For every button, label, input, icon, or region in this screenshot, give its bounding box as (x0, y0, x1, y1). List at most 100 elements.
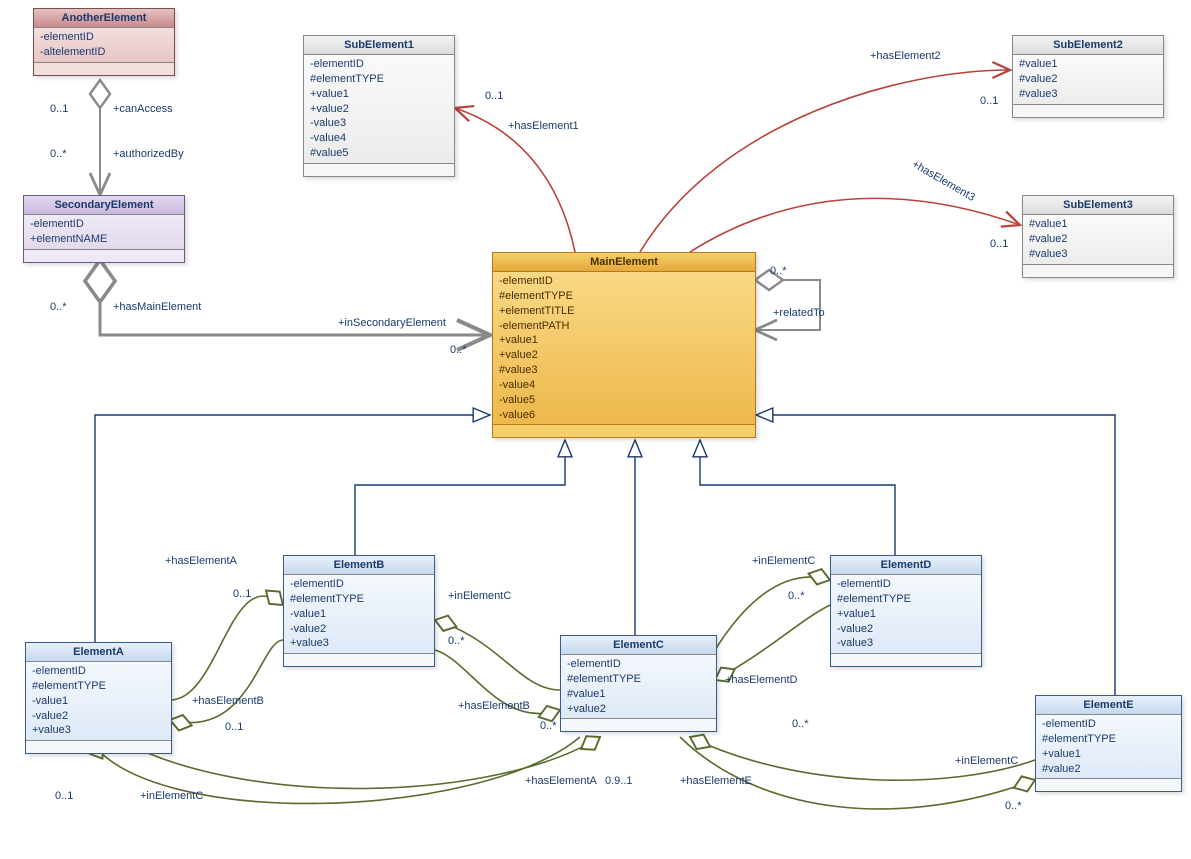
label-related-to: +relatedTo (773, 307, 825, 319)
class-element-c: ElementC -elementID #elementTYPE #value1… (560, 635, 717, 732)
class-ops (493, 425, 755, 437)
attr: +value3 (32, 723, 165, 738)
class-ops (304, 164, 454, 176)
label-can-access: +canAccess (113, 103, 173, 115)
class-ops (26, 741, 171, 753)
mult: 0..* (450, 344, 467, 356)
attr: -elementID (290, 577, 428, 592)
mult: 0..1 (990, 238, 1008, 250)
attr: #value2 (1029, 232, 1167, 247)
attr: #value2 (1019, 72, 1157, 87)
label-has-element-d: +hasElementD (725, 674, 797, 686)
mult: 0..1 (50, 103, 68, 115)
attr: #elementTYPE (310, 72, 448, 87)
class-element-a: ElementA -elementID #elementTYPE -value1… (25, 642, 172, 754)
attr: #value3 (1019, 87, 1157, 102)
attr: -value6 (499, 408, 749, 423)
class-ops (34, 63, 174, 75)
mult: 0..* (770, 265, 787, 277)
class-attrs: -elementID +elementNAME (24, 215, 184, 250)
attr: #elementTYPE (290, 592, 428, 607)
class-attrs: -elementID #elementTYPE -value1 -value2 … (26, 662, 171, 741)
class-attrs: -elementID #elementTYPE -value1 -value2 … (284, 575, 434, 654)
mult: 0.9..1 (605, 775, 633, 787)
class-ops (1013, 105, 1163, 117)
class-ops (1023, 265, 1173, 277)
attr: #value1 (567, 687, 710, 702)
attr: -value4 (310, 131, 448, 146)
mult: 0..1 (485, 90, 503, 102)
attr: #value1 (1019, 57, 1157, 72)
class-title: SubElement3 (1023, 196, 1173, 215)
label-authorized-by: +authorizedBy (113, 148, 184, 160)
attr: -altelementID (40, 45, 168, 60)
attr: +value2 (567, 702, 710, 717)
attr: +value2 (499, 348, 749, 363)
mult: 0..1 (233, 588, 251, 600)
attr: #value1 (1029, 217, 1167, 232)
class-sub-element-2: SubElement2 #value1 #value2 #value3 (1012, 35, 1164, 118)
label-has-element-a: +hasElementA (165, 555, 237, 567)
mult: 0..* (50, 301, 67, 313)
class-title: MainElement (493, 253, 755, 272)
attr: -value2 (837, 622, 975, 637)
label-in-secondary-element: +inSecondaryElement (338, 317, 446, 329)
class-attrs: -elementID -altelementID (34, 28, 174, 63)
label-has-main-element: +hasMainElement (113, 301, 201, 313)
label-has-element-3: +hasElement3 (910, 158, 977, 204)
class-attrs: #value1 #value2 #value3 (1013, 55, 1163, 105)
class-title: SubElement2 (1013, 36, 1163, 55)
class-ops (284, 654, 434, 666)
label-has-element-b: +hasElementB (458, 700, 530, 712)
attr: -value1 (290, 607, 428, 622)
attr: #elementTYPE (837, 592, 975, 607)
label-has-element-1: +hasElement1 (508, 120, 579, 132)
mult: 0..* (1005, 800, 1022, 812)
attr: -elementID (40, 30, 168, 45)
mult: 0..1 (55, 790, 73, 802)
class-secondary-element: SecondaryElement -elementID +elementNAME (23, 195, 185, 263)
class-title: SecondaryElement (24, 196, 184, 215)
class-title: AnotherElement (34, 9, 174, 28)
class-another-element: AnotherElement -elementID -altelementID (33, 8, 175, 76)
attr: -elementID (30, 217, 178, 232)
class-title: ElementE (1036, 696, 1181, 715)
attr: -value1 (32, 694, 165, 709)
attr: +elementTITLE (499, 304, 749, 319)
attr: +value1 (1042, 747, 1175, 762)
class-attrs: -elementID #elementTYPE +value1 +value2 … (304, 55, 454, 164)
attr: #value3 (499, 363, 749, 378)
attr: +elementNAME (30, 232, 178, 247)
class-attrs: -elementID #elementTYPE #value1 +value2 (561, 655, 716, 719)
attr: -elementID (310, 57, 448, 72)
attr: -value5 (499, 393, 749, 408)
attr: -elementID (567, 657, 710, 672)
label-in-element-c: +inElementC (955, 755, 1018, 767)
class-element-b: ElementB -elementID #elementTYPE -value1… (283, 555, 435, 667)
attr: #elementTYPE (567, 672, 710, 687)
attr: +value3 (290, 636, 428, 651)
attr: #value5 (310, 146, 448, 161)
attr: +value1 (499, 333, 749, 348)
attr: -value2 (32, 709, 165, 724)
label-has-element-a: +hasElementA (525, 775, 597, 787)
mult: 0..1 (980, 95, 998, 107)
class-title: ElementB (284, 556, 434, 575)
class-title: ElementC (561, 636, 716, 655)
class-attrs: -elementID #elementTYPE +value1 -value2 … (831, 575, 981, 654)
attr: -elementID (32, 664, 165, 679)
label-has-element-e: +hasElementE (680, 775, 752, 787)
attr: +value1 (310, 87, 448, 102)
mult: 0..* (788, 590, 805, 602)
attr: -value4 (499, 378, 749, 393)
label-in-element-c: +inElementC (140, 790, 203, 802)
class-ops (24, 250, 184, 262)
label-has-element-b: +hasElementB (192, 695, 264, 707)
attr: #elementTYPE (32, 679, 165, 694)
class-attrs: -elementID #elementTYPE +value1 #value2 (1036, 715, 1181, 779)
mult: 0..* (792, 718, 809, 730)
attr: -elementPATH (499, 319, 749, 334)
attr: #value3 (1029, 247, 1167, 262)
class-title: ElementD (831, 556, 981, 575)
attr: #elementTYPE (1042, 732, 1175, 747)
